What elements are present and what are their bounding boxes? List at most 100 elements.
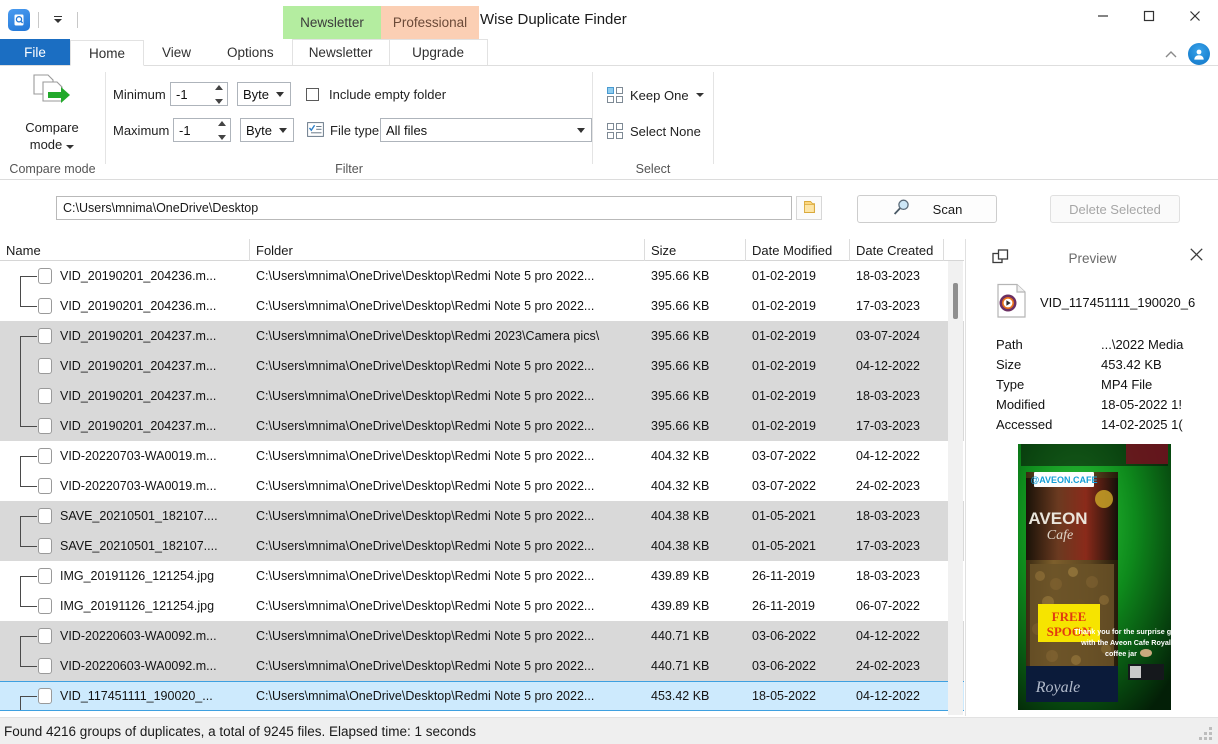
tab-file[interactable]: File (0, 39, 70, 65)
select-none-button[interactable]: Select None (603, 119, 705, 143)
table-row[interactable]: VID-20220603-WA0092.m... C:\Users\mnima\O… (0, 621, 964, 651)
preview-header: Preview (966, 239, 1218, 277)
row-checkbox[interactable] (38, 268, 52, 284)
maximum-unit-select[interactable]: Byte (240, 118, 294, 142)
delete-selected-button[interactable]: Delete Selected (1050, 195, 1180, 223)
preview-field-value: 14-02-2025 1( (1101, 416, 1183, 432)
compare-mode-button[interactable]: Compare mode (8, 72, 96, 156)
checkbox-box (306, 88, 319, 101)
cell-date-created: 18-03-2023 (856, 569, 920, 583)
table-row[interactable]: SAVE_20210501_182107.... C:\Users\mnima\O… (0, 501, 964, 531)
cell-folder: C:\Users\mnima\OneDrive\Desktop\Redmi No… (256, 689, 595, 703)
cell-date-modified: 03-07-2022 (752, 479, 816, 493)
cell-date-created: 18-03-2023 (856, 509, 920, 523)
cell-date-modified: 03-07-2022 (752, 449, 816, 463)
tab-home[interactable]: Home (70, 40, 145, 66)
cell-date-created: 17-03-2023 (856, 539, 920, 553)
preview-metadata: Path ...\2022 Media Size 453.42 KB Type … (996, 334, 1218, 434)
ribbon-right-controls (1164, 43, 1218, 65)
include-empty-folder-checkbox[interactable]: Include empty folder (306, 87, 446, 102)
maximum-unit-value: Byte (246, 122, 273, 138)
chevron-up-icon[interactable] (1164, 47, 1178, 62)
table-row[interactable]: VID_20190201_204236.m... C:\Users\mnima\O… (0, 291, 964, 321)
row-checkbox[interactable] (38, 628, 52, 644)
row-checkbox[interactable] (38, 388, 52, 404)
column-header-name[interactable]: Name (0, 239, 250, 261)
row-checkbox[interactable] (38, 538, 52, 554)
row-checkbox[interactable] (38, 478, 52, 494)
cell-size: 439.89 KB (651, 599, 710, 613)
cell-name: VID-20220703-WA0019.m... (0, 441, 250, 471)
promo-professional[interactable]: Professional (381, 6, 479, 39)
file-type-select[interactable]: All files (380, 118, 592, 142)
resize-grip[interactable] (1198, 726, 1212, 740)
table-row[interactable]: VID_20190201_204237.m... C:\Users\mnima\O… (0, 321, 964, 351)
promo-newsletter[interactable]: Newsletter (283, 6, 381, 39)
cell-name: VID-20220603-WA0092.m... (0, 621, 250, 651)
maximum-size-input[interactable]: -1 (173, 118, 231, 142)
row-checkbox[interactable] (38, 658, 52, 674)
preview-thumbnail[interactable]: AVEON Cafe @AVEON.CAFE FREE SPOON Royale… (1018, 444, 1171, 710)
minimum-size-input[interactable]: -1 (170, 82, 228, 106)
svg-text:@AVEON.CAFE: @AVEON.CAFE (1030, 475, 1097, 485)
column-header-folder[interactable]: Folder (250, 239, 645, 261)
minimize-button[interactable] (1080, 0, 1126, 32)
status-text: Found 4216 groups of duplicates, a total… (4, 723, 477, 739)
row-checkbox[interactable] (38, 508, 52, 524)
browse-folder-button[interactable] (796, 196, 822, 220)
row-checkbox[interactable] (38, 568, 52, 584)
table-row[interactable]: VID-20220703-WA0019.m... C:\Users\mnima\O… (0, 471, 964, 501)
close-icon[interactable] (1189, 247, 1204, 265)
column-header-date-modified[interactable]: Date Modified (746, 239, 850, 261)
row-checkbox[interactable] (38, 358, 52, 374)
minimum-size-stepper[interactable] (215, 85, 223, 104)
cell-date-created: 17-03-2023 (856, 419, 920, 433)
keep-one-label: Keep One (630, 87, 689, 103)
table-row[interactable]: VID_20190201_204236.m... C:\Users\mnima\O… (0, 261, 964, 291)
tab-options[interactable]: Options (209, 39, 292, 65)
scan-button[interactable]: Scan (857, 195, 997, 223)
customize-quick-access-button[interactable] (47, 10, 69, 30)
cell-folder: C:\Users\mnima\OneDrive\Desktop\Redmi No… (256, 569, 595, 583)
cell-name: VID_20190201_204236.m... (0, 261, 250, 291)
tab-upgrade[interactable]: Upgrade (389, 39, 488, 65)
scan-path-input[interactable]: C:\Users\mnima\OneDrive\Desktop (56, 196, 792, 220)
window-title: Wise Duplicate Finder (480, 11, 627, 28)
table-row[interactable]: VID-20220703-WA0019.m... C:\Users\mnima\O… (0, 441, 964, 471)
column-header-size[interactable]: Size (645, 239, 746, 261)
row-checkbox[interactable] (38, 688, 52, 704)
close-button[interactable] (1172, 0, 1218, 32)
table-row[interactable]: VID_20190201_204237.m... C:\Users\mnima\O… (0, 381, 964, 411)
keep-one-button[interactable]: Keep One (603, 83, 708, 107)
table-row[interactable]: VID_20190201_204237.m... C:\Users\mnima\O… (0, 351, 964, 381)
tab-newsletter[interactable]: Newsletter (291, 39, 390, 65)
cell-folder: C:\Users\mnima\OneDrive\Desktop\Redmi No… (256, 389, 595, 403)
svg-text:Thank you for the surprise gif: Thank you for the surprise gift (1074, 627, 1171, 636)
tab-view[interactable]: View (144, 39, 210, 65)
compare-mode-icon (29, 72, 75, 115)
column-header-date-created[interactable]: Date Created (850, 239, 944, 261)
cell-date-modified: 18-05-2022 (752, 689, 816, 703)
cell-folder: C:\Users\mnima\OneDrive\Desktop\Redmi No… (256, 419, 595, 433)
table-row[interactable]: IMG_20191126_121254.jpg C:\Users\mnima\On… (0, 561, 964, 591)
row-checkbox[interactable] (38, 448, 52, 464)
minimum-unit-select[interactable]: Byte (237, 82, 291, 106)
cell-name: SAVE_20210501_182107.... (0, 531, 250, 561)
row-checkbox[interactable] (38, 298, 52, 314)
preview-field-value: ...\2022 Media (1101, 336, 1184, 352)
file-name-text: VID_20190201_204237.m... (60, 389, 217, 403)
table-row[interactable]: IMG_20191126_121254.jpg C:\Users\mnima\On… (0, 591, 964, 621)
table-row[interactable]: VID_20190201_204237.m... C:\Users\mnima\O… (0, 411, 964, 441)
maximize-button[interactable] (1126, 0, 1172, 32)
table-vertical-scrollbar[interactable] (948, 261, 963, 715)
tree-connector-icon (0, 321, 38, 351)
table-row[interactable]: VID_117451111_190020_... C:\Users\mnima\O… (0, 681, 964, 711)
account-avatar[interactable] (1188, 43, 1210, 65)
maximum-size-stepper[interactable] (218, 121, 226, 140)
row-checkbox[interactable] (38, 418, 52, 434)
row-checkbox[interactable] (38, 598, 52, 614)
table-row[interactable]: SAVE_20210501_182107.... C:\Users\mnima\O… (0, 531, 964, 561)
row-checkbox[interactable] (38, 328, 52, 344)
scrollbar-thumb[interactable] (953, 283, 958, 319)
table-row[interactable]: VID-20220603-WA0092.m... C:\Users\mnima\O… (0, 651, 964, 681)
